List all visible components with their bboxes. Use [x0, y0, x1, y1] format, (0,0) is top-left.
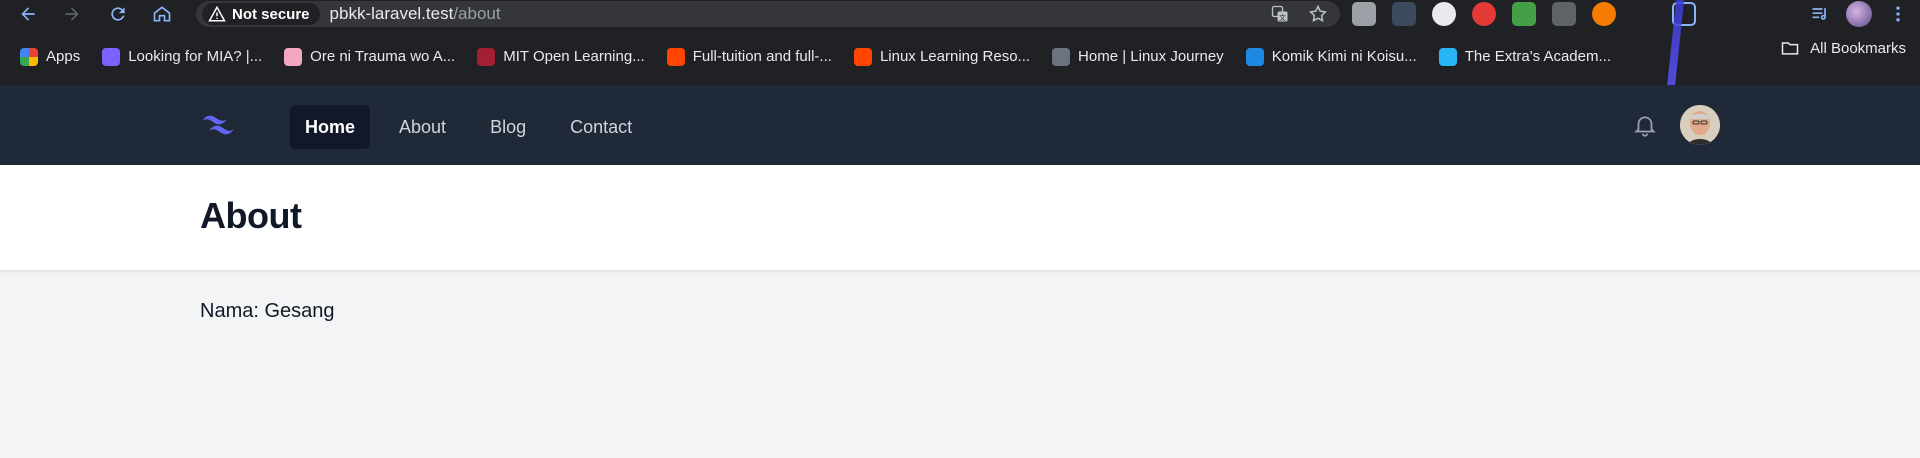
- home-button[interactable]: [150, 2, 174, 26]
- bookmark-label: Home | Linux Journey: [1078, 48, 1224, 65]
- arrow-left-icon: [21, 7, 35, 21]
- forward-button[interactable]: [60, 2, 84, 26]
- nav-link-about[interactable]: About: [384, 105, 461, 149]
- reload-icon: [111, 7, 125, 21]
- url-text[interactable]: pbkk-laravel.test/about: [330, 4, 501, 24]
- bookmark-label: MIT Open Learning...: [503, 48, 645, 65]
- bookmark-item[interactable]: Home | Linux Journey: [1046, 39, 1230, 75]
- nav-links: Home About Blog Contact: [290, 105, 647, 149]
- user-photo: [1680, 105, 1720, 145]
- all-bookmarks-button[interactable]: All Bookmarks: [1780, 38, 1906, 58]
- security-label: Not secure: [232, 5, 310, 23]
- bookmark-list: Apps Looking for MIA? |... Ore ni Trauma w…: [14, 39, 1627, 75]
- bookmark-item[interactable]: Ore ni Trauma wo A...: [278, 39, 461, 75]
- bookmark-item[interactable]: Apps: [14, 39, 86, 75]
- extension-icon[interactable]: [1592, 2, 1616, 26]
- profile-avatar[interactable]: [1846, 1, 1872, 27]
- ublock-icon[interactable]: [1472, 2, 1496, 26]
- bookmark-item[interactable]: Linux Learning Reso...: [848, 39, 1036, 75]
- reading-list-icon[interactable]: [1810, 4, 1830, 24]
- bookmarks-bar: Apps Looking for MIA? |... Ore ni Trauma w…: [0, 0, 1920, 116]
- extension-icon[interactable]: [1352, 2, 1376, 26]
- extensions-bar: [1352, 0, 1696, 28]
- more-vertical-icon[interactable]: [1888, 4, 1908, 24]
- bookmark-label: Full-tuition and full-...: [692, 48, 832, 65]
- reddit-favicon: [666, 47, 685, 66]
- nt-favicon: [1438, 47, 1457, 66]
- bookmark-label: Apps: [46, 48, 81, 65]
- nav-link-contact[interactable]: Contact: [555, 105, 647, 149]
- bookmark-label: Ore ni Trauma wo A...: [310, 48, 456, 65]
- url-host: pbkk-laravel.test: [329, 4, 454, 23]
- bookmark-label: Looking for MIA? |...: [128, 48, 263, 65]
- bookmark-item[interactable]: Full-tuition and full-...: [661, 39, 838, 75]
- extension-icon[interactable]: [1432, 2, 1456, 26]
- browser-toolbar: Not secure pbkk-laravel.test/about 文: [0, 0, 1920, 28]
- extension-icon[interactable]: [1392, 2, 1416, 26]
- flower-favicon: [284, 47, 303, 66]
- bell-icon[interactable]: [1632, 112, 1658, 138]
- user-avatar[interactable]: [1680, 105, 1720, 145]
- bird-favicon: [102, 47, 121, 66]
- reddit-favicon: [853, 47, 872, 66]
- nav-link-blog[interactable]: Blog: [475, 105, 541, 149]
- folder-icon: [1781, 42, 1799, 55]
- bookmark-label: The Extra's Academ...: [1464, 48, 1611, 65]
- all-bookmarks-label: All Bookmarks: [1810, 39, 1906, 57]
- bookmark-item[interactable]: Komik Kimi ni Koisu...: [1240, 39, 1423, 75]
- page-header: About: [0, 165, 1920, 270]
- star-icon[interactable]: [1308, 4, 1328, 24]
- bookmark-label: Linux Learning Reso...: [879, 48, 1031, 65]
- home-icon: [153, 6, 171, 22]
- warning-icon: [208, 5, 226, 22]
- page-title: About: [200, 195, 302, 236]
- reload-button[interactable]: [106, 2, 130, 26]
- penguin-favicon: [1052, 47, 1071, 66]
- bookmark-item[interactable]: MIT Open Learning...: [471, 39, 650, 75]
- arrow-right-icon: [65, 7, 79, 21]
- k-favicon: [1245, 47, 1264, 66]
- bookmark-item[interactable]: Looking for MIA? |...: [96, 39, 268, 75]
- content-text: Nama: Gesang: [200, 300, 335, 322]
- back-button[interactable]: [16, 2, 40, 26]
- site-navbar: Home About Blog Contact: [0, 85, 1920, 165]
- svg-text:文: 文: [1279, 13, 1286, 22]
- extension-icon[interactable]: [1512, 2, 1536, 26]
- translate-icon[interactable]: 文: [1270, 4, 1290, 24]
- address-bar[interactable]: Not secure pbkk-laravel.test/about 文: [196, 1, 1340, 27]
- wand-icon[interactable]: [1632, 2, 1656, 26]
- security-indicator[interactable]: Not secure: [202, 3, 320, 25]
- url-path: /about: [453, 4, 501, 23]
- robot-icon[interactable]: [1552, 2, 1576, 26]
- bookmark-item[interactable]: The Extra's Academ...: [1433, 39, 1617, 75]
- nav-link-home[interactable]: Home: [290, 105, 371, 149]
- mit-favicon: [477, 47, 496, 66]
- apps-grid-icon: [20, 47, 38, 66]
- bookmark-label: Komik Kimi ni Koisu...: [1271, 48, 1417, 65]
- main-content: Nama: Gesang: [200, 300, 335, 323]
- tailwind-logo-icon[interactable]: [200, 109, 240, 141]
